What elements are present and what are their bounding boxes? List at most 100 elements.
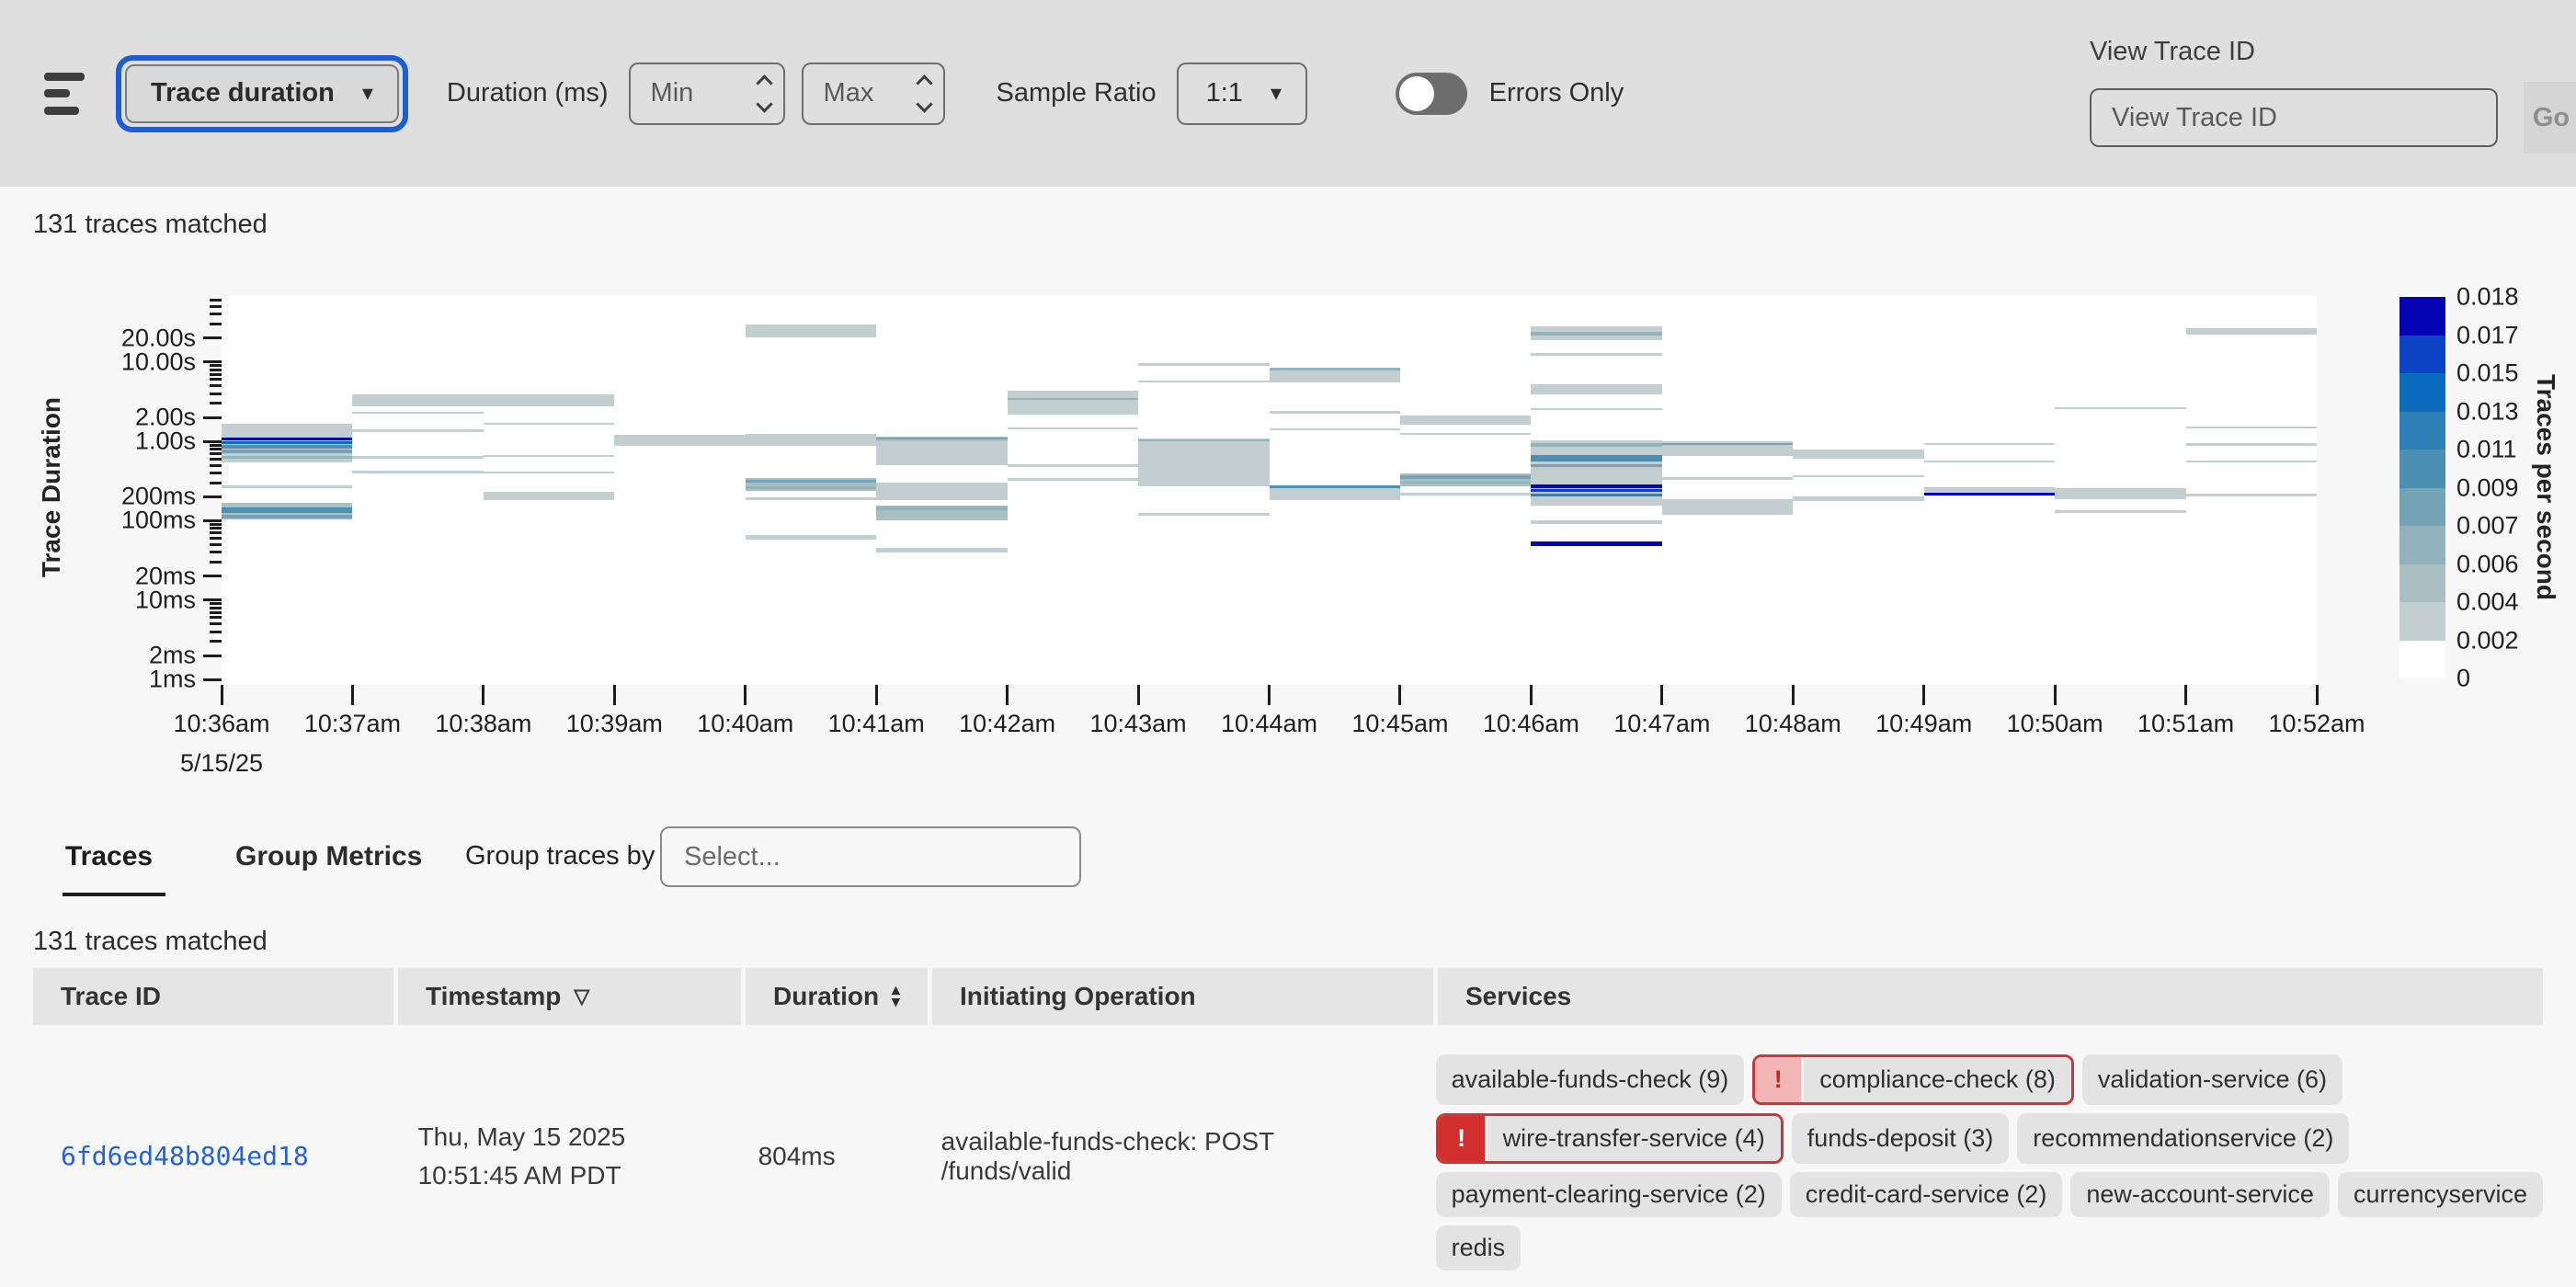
heatmap-cell[interactable]	[1531, 408, 1661, 410]
heatmap-cell[interactable]	[1138, 438, 1269, 486]
heatmap-cell[interactable]	[1531, 440, 1661, 506]
heatmap-cell[interactable]	[1793, 450, 1923, 459]
heatmap-cell[interactable]	[1924, 443, 2055, 445]
heatmap-cell[interactable]	[1531, 464, 1661, 467]
heatmap-cell[interactable]	[1270, 368, 1400, 382]
trace-id-link[interactable]: 6fd6ed48b804ed18	[61, 1141, 309, 1171]
heatmap-cell[interactable]	[222, 438, 352, 441]
heatmap-cell[interactable]	[746, 497, 876, 500]
heatmap-cell[interactable]	[746, 480, 876, 484]
heatmap-cell[interactable]	[2186, 328, 2317, 336]
heatmap-cell[interactable]	[222, 441, 352, 444]
heatmap-cell[interactable]	[1400, 433, 1531, 435]
group-traces-by-select[interactable]: Select...	[660, 826, 1081, 887]
heatmap-cell[interactable]	[1400, 482, 1531, 484]
heatmap-cell[interactable]	[352, 412, 483, 414]
heatmap-cell[interactable]	[1924, 461, 2055, 463]
heatmap-cell[interactable]	[1662, 477, 1793, 479]
filter-icon[interactable]	[44, 73, 88, 115]
heatmap-cell[interactable]	[352, 456, 483, 459]
heatmap-cell[interactable]	[2186, 494, 2317, 497]
heatmap-cell[interactable]	[2186, 443, 2317, 445]
heatmap-cell[interactable]	[484, 492, 614, 500]
heatmap-cell[interactable]	[1531, 326, 1661, 340]
heatmap-cell[interactable]	[876, 437, 1007, 441]
sample-ratio-dropdown[interactable]: 1:1 ▾	[1177, 63, 1307, 125]
heatmap-cell[interactable]	[1531, 384, 1661, 394]
heatmap-cell[interactable]	[1793, 475, 1923, 477]
heatmap-cell[interactable]	[1008, 464, 1138, 467]
heatmap-cell[interactable]	[484, 455, 614, 458]
heatmap-cell[interactable]	[222, 445, 352, 448]
heatmap-cell[interactable]	[1400, 475, 1531, 478]
heatmap-cell[interactable]	[352, 429, 483, 431]
heatmap-cell[interactable]	[614, 435, 745, 446]
heatmap-cell[interactable]	[1138, 513, 1269, 516]
heatmap-cell[interactable]	[1400, 416, 1531, 425]
heatmap-cell[interactable]	[876, 506, 1007, 520]
heatmap-cell[interactable]	[1008, 478, 1138, 481]
heatmap-cell[interactable]	[1400, 473, 1531, 486]
heatmap-cell[interactable]	[876, 507, 1007, 510]
heatmap-cell[interactable]	[1924, 487, 2055, 493]
heatmap-cell[interactable]	[1531, 353, 1661, 356]
go-button[interactable]: Go	[2524, 82, 2576, 154]
heatmap-cell[interactable]	[222, 456, 352, 460]
heatmap-cell[interactable]	[1138, 439, 1269, 441]
heatmap-cell[interactable]	[1531, 332, 1661, 336]
heatmap-cell[interactable]	[1924, 493, 2055, 495]
tab-group-metrics[interactable]: Group Metrics	[235, 841, 422, 872]
heatmap-cell[interactable]	[484, 472, 614, 474]
heatmap-cell[interactable]	[1270, 485, 1400, 488]
heatmap-cell[interactable]	[1270, 488, 1400, 500]
view-trace-id-input[interactable]	[2090, 88, 2498, 147]
heatmap-cell[interactable]	[1531, 489, 1661, 492]
heatmap-cell[interactable]	[2186, 461, 2317, 463]
col-header-timestamp[interactable]: Timestamp ▽	[398, 968, 741, 1025]
heatmap-cell[interactable]	[746, 535, 876, 540]
heatmap-cell[interactable]	[1662, 441, 1793, 456]
heatmap-cell[interactable]	[1531, 484, 1661, 488]
heatmap-cell[interactable]	[1531, 541, 1661, 545]
heatmap-cell[interactable]	[1270, 428, 1400, 430]
heatmap-cell[interactable]	[222, 485, 352, 488]
heatmap-cell[interactable]	[2055, 488, 2185, 499]
heatmap-cell[interactable]	[1008, 391, 1138, 414]
heatmap-cell[interactable]	[2055, 510, 2185, 513]
heatmap-cell[interactable]	[1138, 363, 1269, 365]
heatmap-cell[interactable]	[484, 394, 614, 406]
heatmap-cell[interactable]	[222, 507, 352, 513]
heatmap-cell[interactable]	[746, 325, 876, 337]
heatmap-cell[interactable]	[1662, 499, 1793, 514]
heatmap-cell[interactable]	[746, 434, 876, 446]
heatmap-cell[interactable]	[352, 394, 483, 406]
heatmap-cell[interactable]	[1662, 443, 1793, 445]
heatmap-cell[interactable]	[1270, 411, 1400, 413]
heatmap-cell[interactable]	[222, 450, 352, 453]
heatmap-cell[interactable]	[1531, 455, 1661, 461]
col-header-duration[interactable]: Duration ▴▾	[746, 968, 928, 1025]
heatmap-cell[interactable]	[222, 503, 352, 520]
heatmap-cell[interactable]	[352, 471, 483, 473]
duration-min-stepper[interactable]: Min	[629, 63, 785, 125]
stepper-arrows-icon[interactable]	[918, 77, 930, 110]
heatmap-cell[interactable]	[876, 438, 1007, 439]
heatmap-cell[interactable]	[222, 424, 352, 461]
heatmap-cell[interactable]	[1531, 443, 1661, 447]
heatmap-cell[interactable]	[1138, 381, 1269, 383]
heatmap-cell[interactable]	[746, 486, 876, 489]
heatmap-cell[interactable]	[2055, 407, 2185, 409]
trace-duration-dropdown[interactable]: Trace duration ▾	[125, 64, 399, 123]
heatmap-cell[interactable]	[1793, 496, 1923, 501]
table-row[interactable]: 6fd6ed48b804ed18 Thu, May 15 2025 10:51:…	[33, 1025, 2543, 1287]
heatmap-cell[interactable]	[1531, 520, 1661, 523]
errors-only-toggle[interactable]	[1396, 73, 1467, 115]
heatmap-cell[interactable]	[746, 478, 876, 491]
heatmap-cell[interactable]	[2186, 427, 2317, 428]
tab-traces[interactable]: Traces	[65, 841, 153, 872]
heatmap-cell[interactable]	[1531, 494, 1661, 497]
heatmap-cell[interactable]	[1270, 368, 1400, 370]
heatmap-cell[interactable]	[876, 437, 1007, 465]
stepper-arrows-icon[interactable]	[758, 77, 770, 110]
heatmap-cell[interactable]	[1008, 398, 1138, 401]
